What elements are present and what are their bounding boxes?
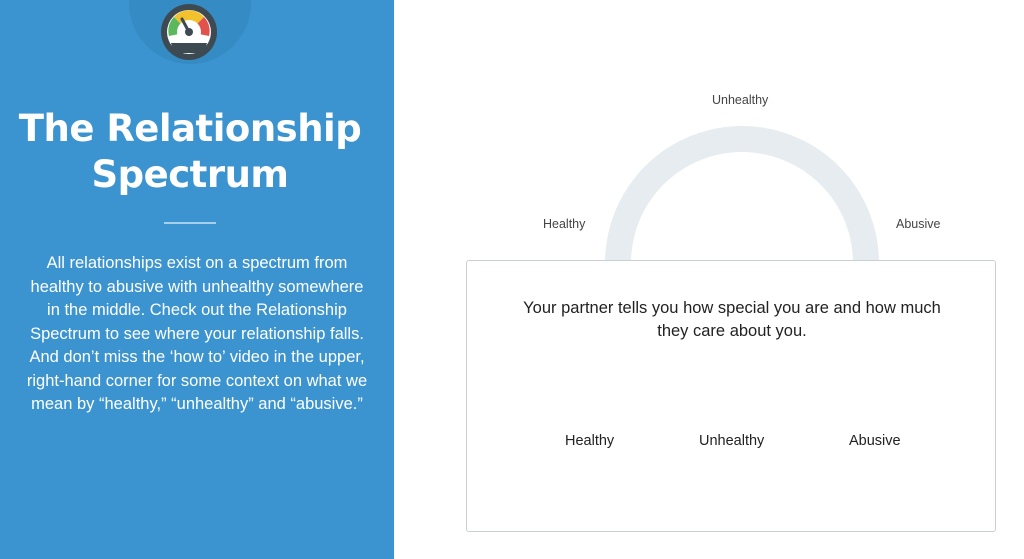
- spectrum-arc: [604, 123, 880, 264]
- page-title: The Relationship Spectrum: [18, 107, 362, 196]
- spectrum-label-healthy: Healthy: [543, 217, 586, 231]
- choice-healthy-button[interactable]: Healthy: [565, 433, 614, 449]
- choice-unhealthy-button[interactable]: Unhealthy: [699, 433, 764, 449]
- title-divider: [164, 222, 216, 224]
- spectrum-label-unhealthy: Unhealthy: [712, 93, 769, 107]
- statement-card: Your partner tells you how special you a…: [466, 260, 996, 532]
- intro-description: All relationships exist on a spectrum fr…: [26, 254, 368, 413]
- intro-panel: The Relationship Spectrum All relationsh…: [0, 0, 394, 559]
- speedometer-gauge-icon: [160, 3, 218, 61]
- spectrum-label-abusive: Abusive: [896, 217, 941, 231]
- choice-abusive-button[interactable]: Abusive: [849, 433, 901, 449]
- statement-text: Your partner tells you how special you a…: [523, 299, 941, 340]
